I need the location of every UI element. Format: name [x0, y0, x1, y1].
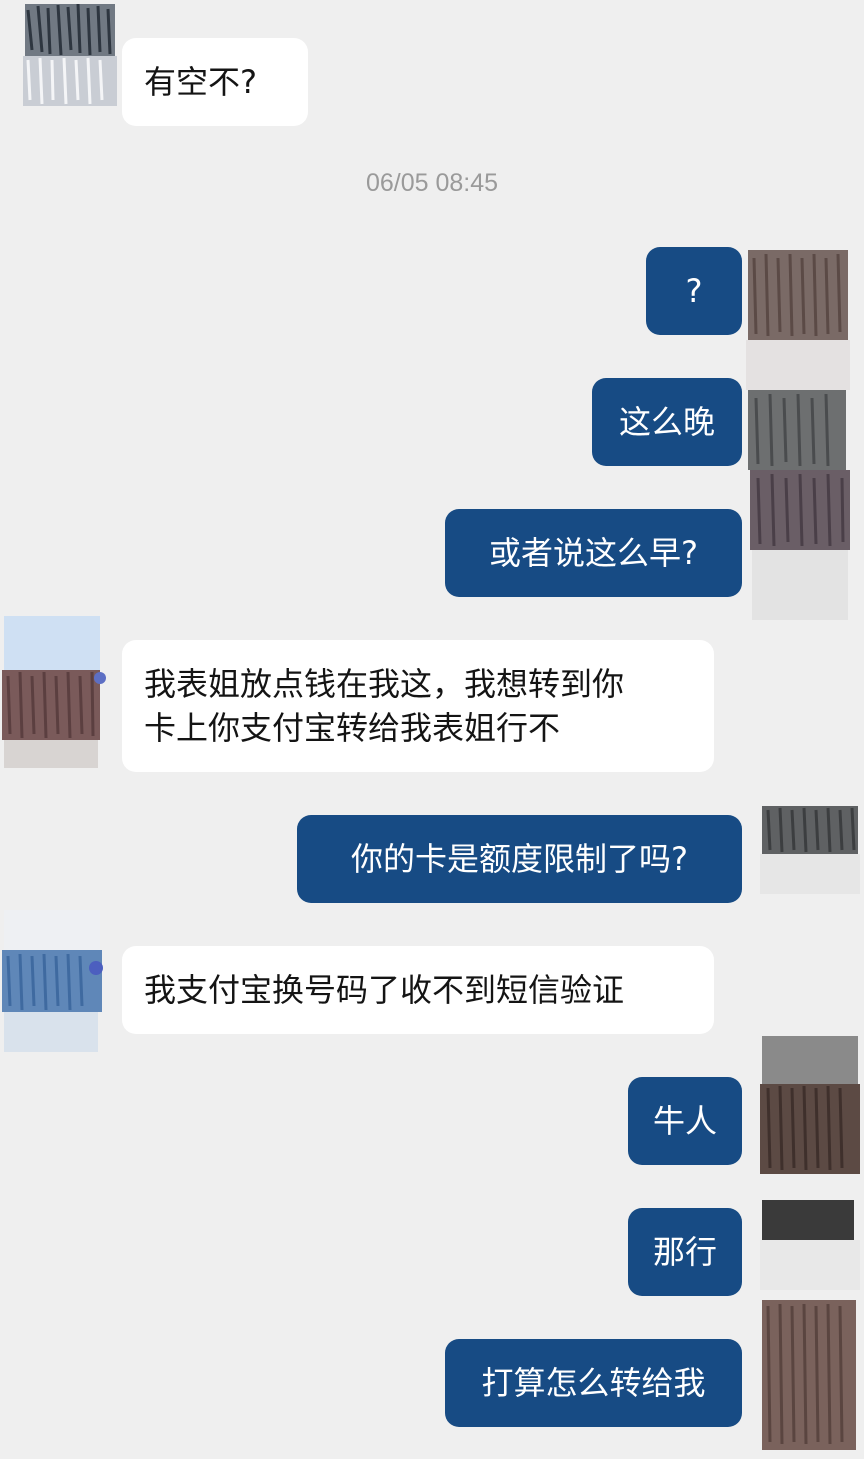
contact-avatar[interactable]: [20, 0, 120, 118]
message-text-line: 我表姐放点钱在我这，我想转到你: [144, 665, 625, 703]
message-text: 有空不?: [144, 63, 257, 101]
message-bubble-outgoing[interactable]: 或者说这么早?: [445, 509, 742, 597]
message-bubble-outgoing[interactable]: 你的卡是额度限制了吗?: [297, 815, 742, 903]
message-text: 我支付宝换号码了收不到短信验证: [144, 971, 625, 1009]
message-text: 那行: [652, 1233, 717, 1271]
message-text-line: 卡上你支付宝转给我表姐行不: [144, 709, 561, 747]
message-bubble-outgoing[interactable]: ?: [646, 247, 742, 335]
my-avatar[interactable]: [742, 244, 860, 624]
message-text: 你的卡是额度限制了吗?: [351, 840, 688, 878]
my-avatar[interactable]: [756, 800, 862, 900]
message-text: 这么晚: [618, 403, 715, 441]
message-text: ?: [685, 272, 703, 310]
message-bubble-outgoing[interactable]: 这么晚: [592, 378, 742, 466]
my-avatar[interactable]: [756, 1030, 862, 1455]
message-text: 或者说这么早?: [489, 534, 698, 572]
message-bubble-incoming[interactable]: 有空不?: [122, 38, 308, 126]
message-text: 牛人: [652, 1102, 717, 1140]
message-bubble-incoming[interactable]: 我表姐放点钱在我这，我想转到你 卡上你支付宝转给我表姐行不: [122, 640, 714, 772]
contact-avatar[interactable]: [0, 906, 106, 1056]
message-bubble-outgoing[interactable]: 打算怎么转给我: [445, 1339, 742, 1427]
message-text: 打算怎么转给我: [481, 1364, 706, 1402]
message-bubble-outgoing[interactable]: 牛人: [628, 1077, 742, 1165]
contact-avatar[interactable]: [0, 612, 106, 772]
message-bubble-outgoing[interactable]: 那行: [628, 1208, 742, 1296]
message-timestamp: 06/05 08:45: [365, 169, 499, 197]
message-bubble-incoming[interactable]: 我支付宝换号码了收不到短信验证: [122, 946, 714, 1034]
